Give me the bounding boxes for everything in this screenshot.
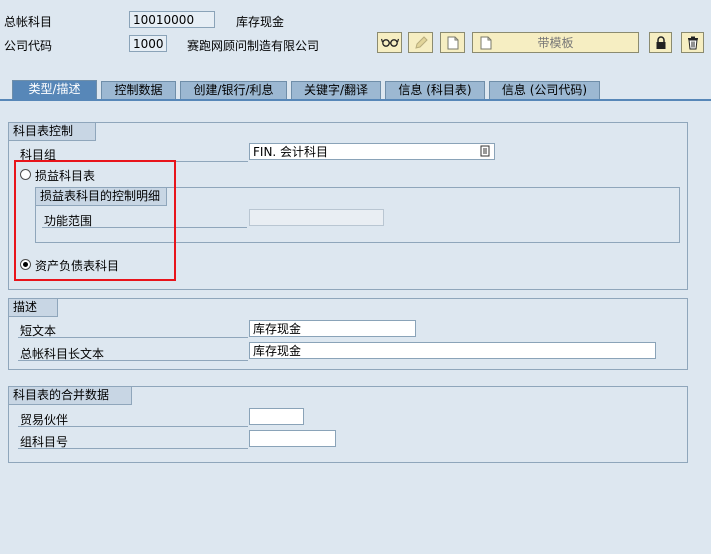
functional-area-field[interactable] [249,209,384,226]
company-name: 赛跑网顾问制造有限公司 [187,39,320,53]
new-page-icon [447,36,459,50]
gl-account-description: 库存现金 [236,15,285,29]
long-text-field[interactable]: 库存现金 [249,342,656,359]
gl-account-field[interactable]: 10010000 [129,11,215,28]
label-underline [18,360,248,361]
tab-control-data[interactable]: 控制数据 [101,81,176,99]
tab-keyword-translation[interactable]: 关键字/翻译 [291,81,381,99]
company-code-label: 公司代码 [4,39,53,53]
highlight-box [14,160,176,281]
tab-type-description[interactable]: 类型/描述 [12,80,97,100]
tab-info-coa[interactable]: 信息 (科目表) [385,81,485,99]
gl-account-label: 总帐科目 [4,15,53,29]
edit-button[interactable] [408,32,433,53]
tab-info-company-code[interactable]: 信息 (公司代码) [489,81,600,99]
lock-button[interactable] [649,32,672,53]
pencil-icon [414,35,428,50]
label-underline [18,448,248,449]
label-underline [18,426,248,427]
display-button[interactable] [377,32,402,53]
consolidation-title: 科目表的合并数据 [9,387,132,405]
group-account-field[interactable] [249,430,336,447]
with-template-button[interactable]: 带模板 [472,32,639,53]
description-title: 描述 [9,299,58,317]
account-group-value: FIN. 会计科目 [253,145,329,159]
trash-icon [687,36,699,50]
tab-strip-underline [0,99,711,101]
glasses-icon [380,37,399,49]
with-template-label: 带模板 [537,36,574,50]
trading-partner-field[interactable] [249,408,304,425]
lock-icon [655,35,667,50]
label-underline [18,337,248,338]
short-text-field[interactable]: 库存现金 [249,320,416,337]
delete-button[interactable] [681,32,704,53]
dropdown-list-icon[interactable] [480,145,490,159]
create-button[interactable] [440,32,465,53]
account-group-dropdown[interactable]: FIN. 会计科目 [249,143,495,160]
company-code-field[interactable]: 1000 [129,35,167,52]
coa-control-title: 科目表控制 [9,123,96,141]
tab-create-bank-interest[interactable]: 创建/银行/利息 [180,81,287,99]
